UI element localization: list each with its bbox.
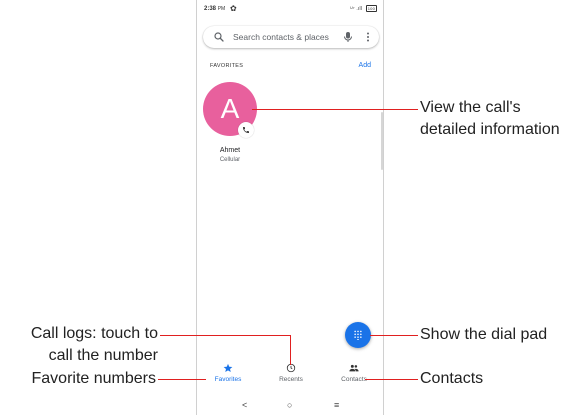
- search-input[interactable]: Search contacts & places: [233, 32, 329, 42]
- battery-icon: 100: [365, 5, 377, 12]
- tab-recents[interactable]: Recents: [266, 363, 316, 383]
- tab-contacts[interactable]: Contacts: [329, 363, 379, 383]
- annotation-view-call-line2: detailed information: [420, 121, 560, 138]
- status-bar: 2:38 PM ✿ ᵁ⁷ .ıll 100: [197, 0, 383, 18]
- recents-button[interactable]: ≡: [334, 400, 339, 410]
- star-icon: [223, 363, 233, 373]
- home-button[interactable]: ○: [287, 400, 292, 410]
- gear-icon: ✿: [230, 4, 237, 13]
- tab-favorites-label: Favorites: [214, 376, 242, 383]
- search-icon[interactable]: [213, 31, 225, 43]
- phone-icon: [243, 127, 249, 133]
- annotation-dial-pad: Show the dial pad: [420, 326, 548, 343]
- back-button[interactable]: <: [242, 400, 247, 410]
- add-favorite-button[interactable]: Add: [359, 62, 371, 69]
- dialpad-icon: [354, 330, 362, 340]
- callout-line-favorites: [158, 379, 206, 380]
- search-bar[interactable]: Search contacts & places: [203, 26, 379, 48]
- annotation-favorite-numbers: Favorite numbers: [31, 370, 157, 387]
- annotation-call-logs-line2: call the number: [48, 347, 158, 364]
- contact-number-type: Cellular: [219, 157, 241, 163]
- annotation-call-logs-line1: Call logs: touch to: [30, 325, 158, 342]
- call-details-button[interactable]: [238, 122, 254, 138]
- status-right: ᵁ⁷ .ıll 100: [350, 5, 377, 12]
- callout-line-call-logs: [160, 335, 290, 336]
- tab-favorites[interactable]: Favorites: [203, 363, 253, 383]
- mic-icon[interactable]: [343, 31, 353, 43]
- contact-name: Ahmet: [219, 147, 241, 154]
- more-vert-icon[interactable]: [365, 31, 371, 43]
- people-icon: [349, 364, 359, 372]
- scrollbar[interactable]: [381, 112, 383, 170]
- clock-icon: [286, 363, 296, 373]
- signal-icon: ᵁ⁷ .ıll: [350, 6, 363, 12]
- callout-vline-call-logs: [290, 335, 291, 365]
- favorites-section-title: FAVORITES: [210, 63, 244, 69]
- callout-line-call-details: [252, 109, 418, 110]
- annotation-view-call-line1: View the call's: [420, 99, 521, 116]
- system-navigation-bar: < ○ ≡: [197, 400, 383, 414]
- callout-line-contacts: [365, 379, 418, 380]
- annotation-contacts: Contacts: [420, 370, 484, 387]
- status-time: 2:38 PM: [204, 6, 226, 12]
- bottom-navigation: Favorites Recents Contacts: [197, 363, 383, 393]
- dial-pad-button[interactable]: [345, 322, 371, 348]
- tab-recents-label: Recents: [279, 376, 303, 383]
- callout-line-dial-pad: [370, 335, 418, 336]
